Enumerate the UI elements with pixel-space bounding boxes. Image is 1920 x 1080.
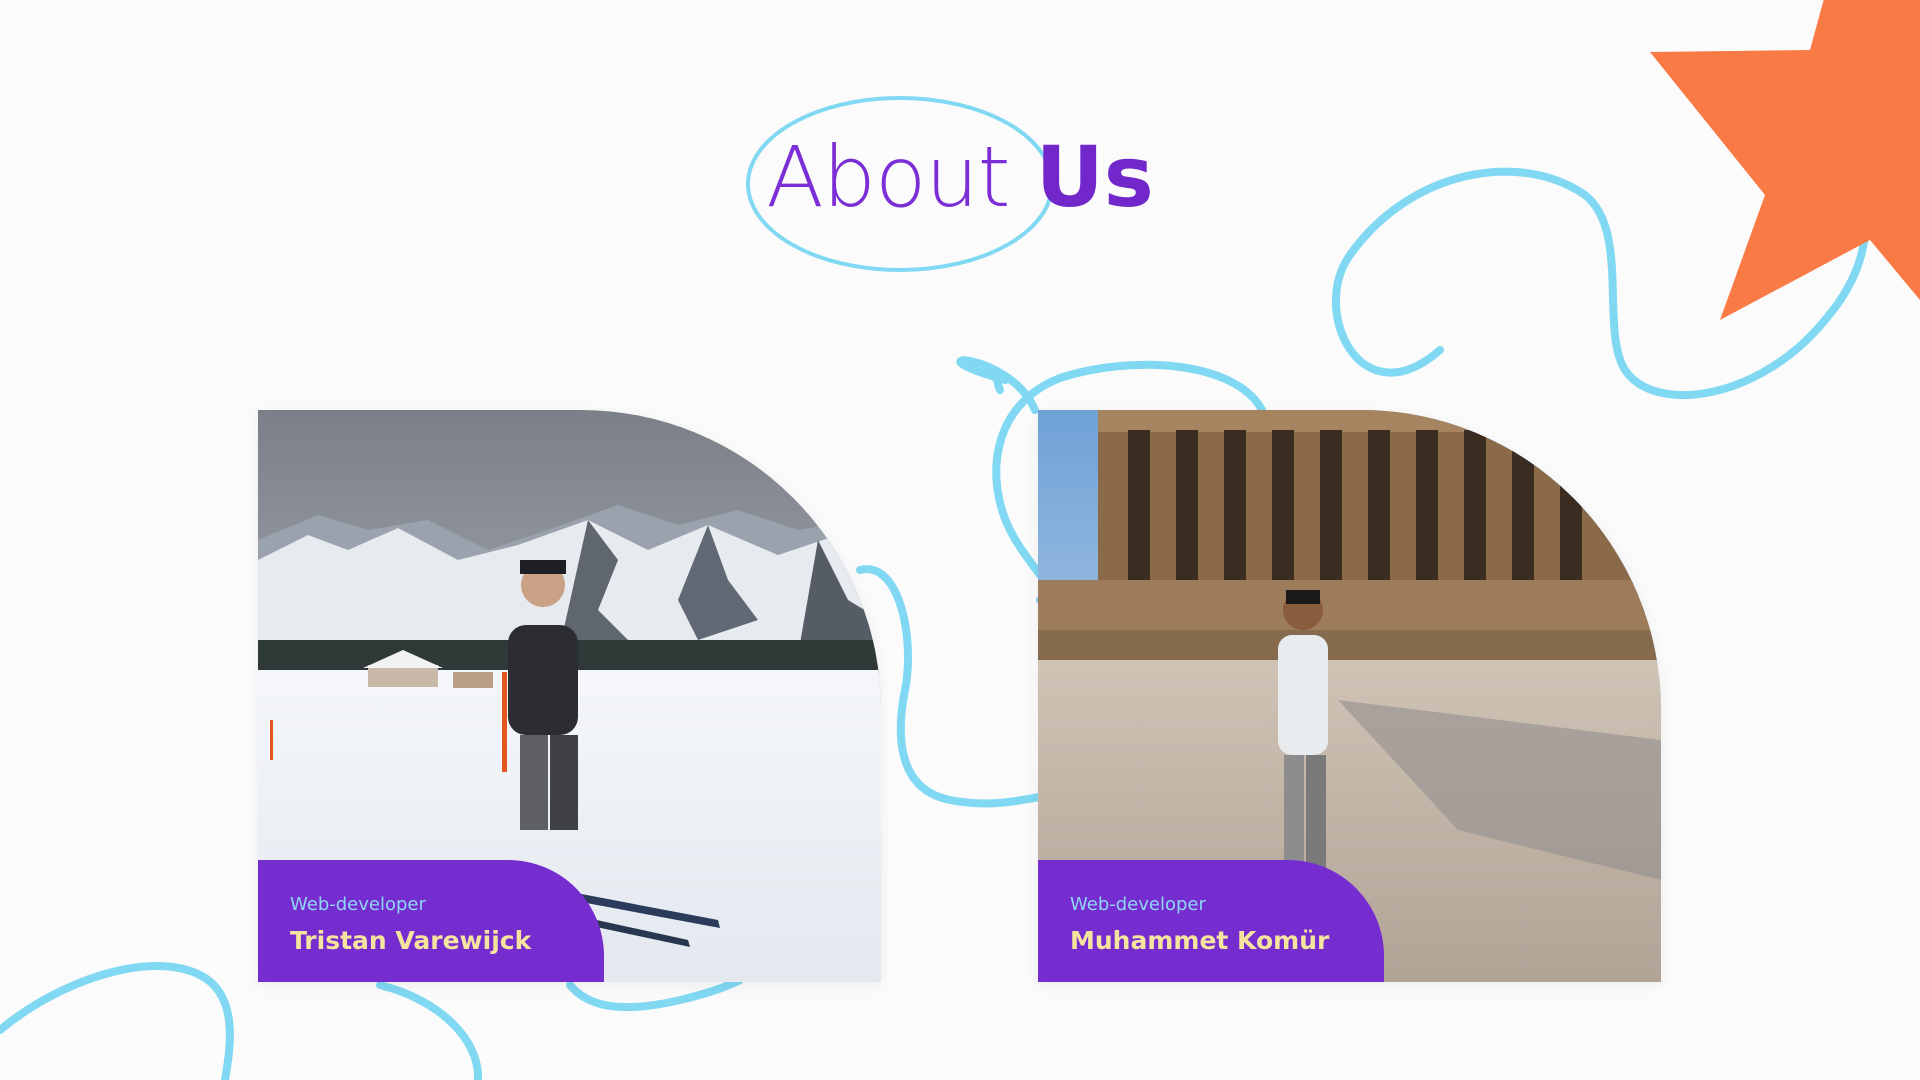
section-heading: About Us <box>0 128 1920 238</box>
team-card: Web-developer Tristan Varewijck <box>258 410 881 982</box>
squiggle-center <box>956 356 1039 414</box>
team-card-caption: Web-developer Muhammet Komür <box>1038 860 1384 982</box>
about-us-page: About Us Web-developer Tristan Varewijck… <box>0 0 1920 1080</box>
team-role: Web-developer <box>290 894 426 915</box>
squiggle-bottom-left <box>0 962 234 1080</box>
squiggle-bottom-mid <box>376 976 744 1080</box>
team-name: Tristan Varewijck <box>290 926 532 955</box>
team-card-caption: Web-developer Tristan Varewijck <box>258 860 604 982</box>
team-card: Web-developer Muhammet Komür <box>1038 410 1661 982</box>
team-role: Web-developer <box>1070 894 1206 915</box>
team-name: Muhammet Komür <box>1070 926 1330 955</box>
heading-about: About <box>766 128 1010 226</box>
heading-us: Us <box>1035 128 1154 226</box>
